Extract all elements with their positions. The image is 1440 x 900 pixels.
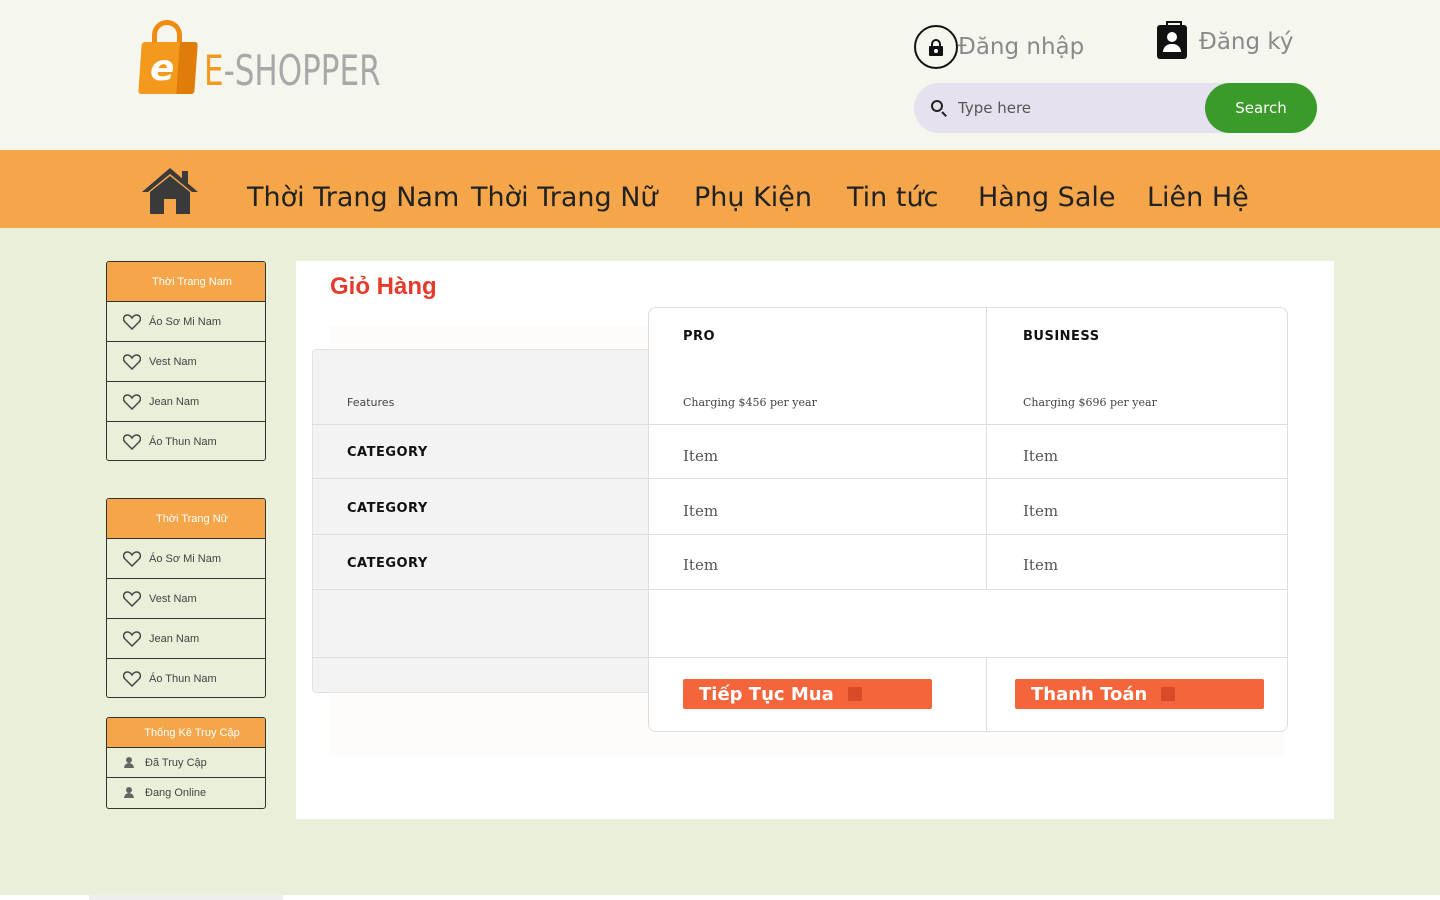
logo[interactable]: e E-SHOPPER xyxy=(138,18,419,94)
search-button[interactable]: Search xyxy=(1205,83,1317,133)
site-header: e E-SHOPPER Đăng nhập Đăng ký Search xyxy=(0,0,1440,150)
sidebar-item[interactable]: Jean Nam xyxy=(107,382,265,422)
sidebar-item[interactable]: Áo Sơ Mi Nam xyxy=(107,539,265,579)
plan-price-business: Charging $696 per year xyxy=(1023,396,1157,409)
divider xyxy=(312,534,1288,535)
heart-icon xyxy=(123,590,141,607)
continue-shopping-button[interactable]: Tiếp Tục Mua xyxy=(683,679,932,709)
sidebar-item[interactable]: Áo Thun Nam xyxy=(107,659,265,697)
sidebar-item-label: Áo Sơ Mi Nam xyxy=(149,315,222,328)
contact-card-icon xyxy=(1157,21,1187,59)
plan-price-pro: Charging $456 per year xyxy=(683,396,817,409)
home-icon[interactable] xyxy=(140,166,200,216)
table-cell: Item xyxy=(1023,556,1059,574)
sidebar-men-title[interactable]: Thời Trang Nam xyxy=(107,262,265,302)
table-cell: Item xyxy=(683,556,719,574)
search-input[interactable] xyxy=(958,99,1198,117)
nav-item-lien-he[interactable]: Liên Hệ xyxy=(1147,184,1249,211)
sidebar-stats-title: Thống Kê Truy Cập xyxy=(107,718,265,748)
sidebar-women-title[interactable]: Thời Trang Nữ xyxy=(107,499,265,539)
sidebar-women: Thời Trang Nữ Áo Sơ Mi Nam Vest Nam Jean… xyxy=(106,498,266,698)
table-cell: Item xyxy=(683,447,719,465)
heart-icon xyxy=(123,630,141,647)
divider xyxy=(312,657,1288,658)
sidebar-item-label: Áo Thun Nam xyxy=(149,436,217,448)
divider xyxy=(986,308,987,590)
sidebar-item[interactable]: Vest Nam xyxy=(107,579,265,619)
lock-icon xyxy=(914,25,958,69)
category-label: CATEGORY xyxy=(347,556,428,571)
search-icon xyxy=(931,100,947,117)
nav-item-thoi-trang-nu[interactable]: Thời Trang Nữ xyxy=(471,184,658,211)
footer-strip xyxy=(0,895,1440,900)
square-icon xyxy=(847,687,862,701)
main-nav: Thời Trang Nam Thời Trang Nữ Phụ Kiện Ti… xyxy=(0,150,1440,228)
sidebar-item[interactable]: Áo Thun Nam xyxy=(107,422,265,460)
table-cell: Item xyxy=(1023,447,1059,465)
search-bar: Search xyxy=(914,83,1317,133)
login-link[interactable]: Đăng nhập xyxy=(914,25,1084,69)
cart-panel: Giỏ Hàng Features PRO BUSINESS Charging … xyxy=(296,261,1334,819)
user-icon xyxy=(123,756,135,769)
sidebar-item-label: Áo Thun Nam xyxy=(149,673,217,685)
sidebar-item[interactable]: Jean Nam xyxy=(107,619,265,659)
user-icon xyxy=(123,787,135,799)
plan-name-pro: PRO xyxy=(683,329,716,344)
register-label: Đăng ký xyxy=(1199,29,1294,55)
features-label: Features xyxy=(347,396,395,409)
stats-item-online: Đang Online xyxy=(107,778,265,808)
stats-item-label: Đang Online xyxy=(145,787,207,799)
divider xyxy=(986,658,987,732)
stats-item-label: Đã Truy Cập xyxy=(145,756,207,769)
square-icon xyxy=(1161,687,1176,701)
nav-item-tin-tuc[interactable]: Tin tức xyxy=(847,184,938,211)
heart-icon xyxy=(123,671,141,687)
plans-table xyxy=(648,307,1288,732)
plan-name-business: BUSINESS xyxy=(1023,329,1100,344)
nav-item-hang-sale[interactable]: Hàng Sale xyxy=(978,184,1115,211)
page-title: Giỏ Hàng xyxy=(330,273,437,300)
nav-item-thoi-trang-nam[interactable]: Thời Trang Nam xyxy=(247,184,459,211)
sidebar-item-label: Jean Nam xyxy=(149,632,200,645)
table-cell: Item xyxy=(1023,502,1059,520)
table-cell: Item xyxy=(683,502,719,520)
divider xyxy=(312,589,1288,590)
checkout-button[interactable]: Thanh Toán xyxy=(1015,679,1264,709)
heart-icon xyxy=(123,313,141,330)
sidebar-item[interactable]: Vest Nam xyxy=(107,342,265,382)
nav-item-phu-kien[interactable]: Phụ Kiện xyxy=(694,184,812,211)
divider xyxy=(312,424,1288,425)
sidebar-item-label: Jean Nam xyxy=(149,395,200,408)
heart-icon xyxy=(123,353,141,370)
continue-shopping-label: Tiếp Tục Mua xyxy=(699,683,834,705)
login-label: Đăng nhập xyxy=(958,34,1085,60)
sidebar-men: Thời Trang Nam Áo Sơ Mi Nam Vest Nam Jea… xyxy=(106,261,266,461)
category-label: CATEGORY xyxy=(347,501,428,516)
sidebar-stats: Thống Kê Truy Cập Đã Truy Cập Đang Onlin… xyxy=(106,717,266,809)
category-label: CATEGORY xyxy=(347,445,428,460)
shopping-bag-icon: e xyxy=(138,20,198,94)
stats-item-visited: Đã Truy Cập xyxy=(107,748,265,778)
sidebar-item-label: Vest Nam xyxy=(149,592,197,605)
logo-text: E-SHOPPER xyxy=(204,46,381,95)
sidebar-item-label: Vest Nam xyxy=(149,355,197,368)
heart-icon xyxy=(123,434,141,450)
register-link[interactable]: Đăng ký xyxy=(1157,21,1294,59)
checkout-label: Thanh Toán xyxy=(1031,683,1148,705)
sidebar-item[interactable]: Áo Sơ Mi Nam xyxy=(107,302,265,342)
sidebar-item-label: Áo Sơ Mi Nam xyxy=(149,552,222,565)
heart-icon xyxy=(123,393,141,410)
divider xyxy=(312,478,1288,479)
heart-icon xyxy=(123,550,141,567)
